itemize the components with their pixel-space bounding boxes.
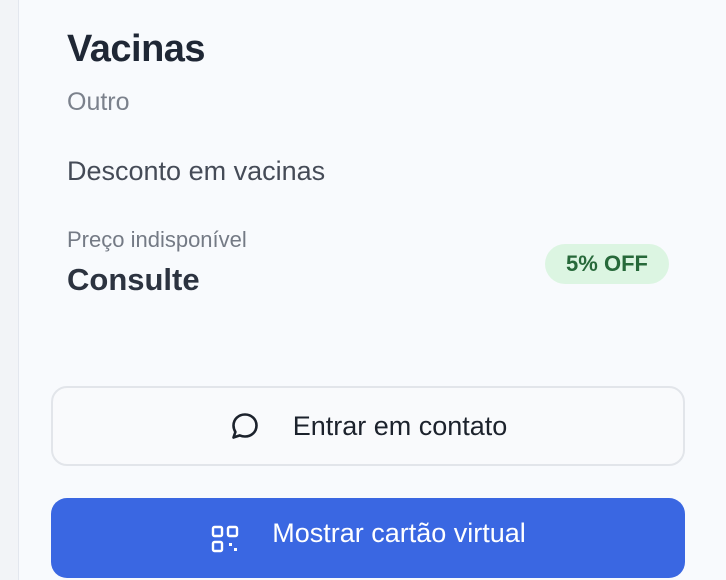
price-label: Preço indisponível: [67, 227, 247, 252]
contact-button-label: Entrar em contato: [292, 410, 508, 441]
discount-badge: 5% OFF: [545, 244, 669, 284]
chat-bubble-icon: [229, 410, 261, 442]
price-value: Consulte: [67, 262, 200, 297]
offer-description: Desconto em vacinas: [67, 156, 326, 186]
offer-title: Vacinas: [67, 28, 206, 70]
contact-button[interactable]: Entrar em contato: [51, 386, 685, 466]
show-virtual-card-button[interactable]: Mostrar cartão virtual: [51, 498, 685, 578]
show-virtual-card-label: Mostrar cartão virtual: [272, 518, 526, 548]
offer-category: Outro: [67, 88, 130, 116]
qr-code-icon: [210, 524, 240, 554]
